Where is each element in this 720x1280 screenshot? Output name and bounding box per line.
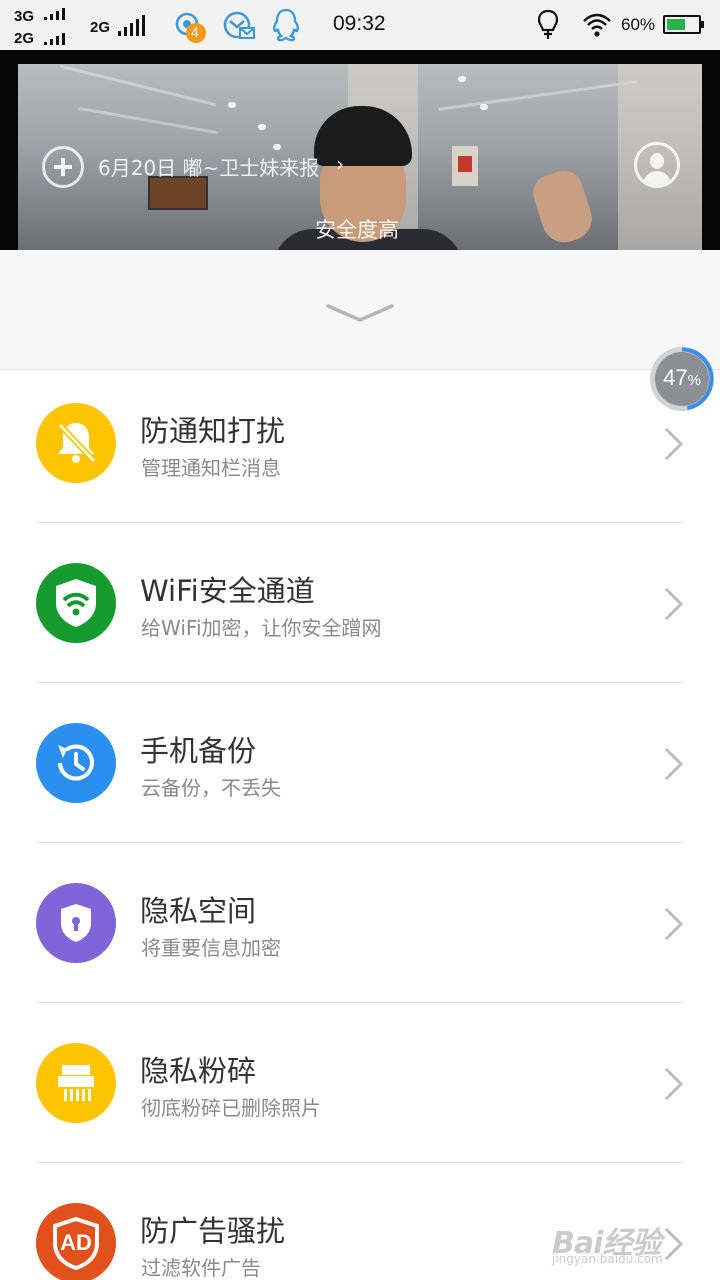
chevron-right-icon xyxy=(664,427,684,461)
item-title: 防通知打扰 xyxy=(140,414,286,448)
item-subtitle: 云备份，不丢失 xyxy=(141,776,281,800)
item-title: 隐私空间 xyxy=(140,894,257,928)
chevron-right-icon xyxy=(664,747,684,781)
progress-value: 47 xyxy=(663,365,688,390)
bell-off-icon xyxy=(36,403,116,483)
battery-percentage: 60% xyxy=(621,15,656,34)
chevron-down-icon[interactable] xyxy=(326,302,394,324)
chevron-right-icon xyxy=(664,907,684,941)
notification-badge: 4 xyxy=(191,24,199,40)
header-photo: 6月20日 嘟~卫士妹来报 › 安全度高 xyxy=(18,64,702,250)
memory-progress-button[interactable]: 47% xyxy=(648,345,716,413)
list-item-wifi-secure-channel[interactable]: WiFi安全通道 给WiFi加密，让你安全蹭网 xyxy=(0,530,720,690)
ad-shield-icon: AD xyxy=(36,1203,116,1280)
item-subtitle: 将重要信息加密 xyxy=(141,936,281,960)
feature-list: 防通知打扰 管理通知栏消息 WiFi安全通道 给WiFi加密，让你安全蹭网 手机… xyxy=(0,370,720,1280)
list-item-privacy-shredder[interactable]: 隐私粉碎 彻底粉碎已删除照片 xyxy=(0,1010,720,1170)
mail-icon xyxy=(222,10,256,46)
qq-icon xyxy=(270,7,302,47)
baidu-watermark: Bai经验 jingyan.baidu.com xyxy=(552,1198,712,1268)
divider xyxy=(36,682,684,683)
divider xyxy=(36,522,684,523)
clock: 09:32 xyxy=(333,12,386,35)
item-title: 隐私粉碎 xyxy=(140,1054,257,1088)
item-title: 防广告骚扰 xyxy=(140,1214,286,1248)
item-subtitle: 给WiFi加密，让你安全蹭网 xyxy=(141,616,382,640)
sim2-signal-icon-left xyxy=(44,33,65,45)
ad-label: AD xyxy=(60,1230,92,1255)
profile-avatar-button[interactable] xyxy=(634,142,680,188)
lock-shield-icon xyxy=(36,883,116,963)
divider xyxy=(36,842,684,843)
security-status-label: 安全度高 xyxy=(315,218,399,242)
sim1-signal-icon xyxy=(44,8,65,20)
sim2-network-label-left: 2G xyxy=(14,30,35,47)
list-item-notification-block[interactable]: 防通知打扰 管理通知栏消息 xyxy=(0,370,720,530)
collapse-panel[interactable] xyxy=(0,250,720,370)
watermark-url: jingyan.baidu.com xyxy=(552,1252,663,1266)
item-subtitle: 彻底粉碎已删除照片 xyxy=(141,1096,321,1120)
sim2-signal-icon xyxy=(118,15,145,36)
lightbulb-icon xyxy=(536,9,560,45)
sim1-network-label: 3G xyxy=(14,8,35,25)
news-report-link[interactable]: 6月20日 嘟~卫士妹来报 xyxy=(98,152,319,181)
item-title: WiFi安全通道 xyxy=(140,574,315,608)
item-subtitle: 管理通知栏消息 xyxy=(141,456,281,480)
wifi-icon xyxy=(582,12,612,42)
battery-icon xyxy=(663,15,704,34)
progress-text: 47% xyxy=(648,365,716,391)
list-item-private-space[interactable]: 隐私空间 将重要信息加密 xyxy=(0,850,720,1010)
weather-badge-icon: 4 xyxy=(174,10,208,44)
chevron-right-icon xyxy=(664,587,684,621)
divider xyxy=(36,1002,684,1003)
wifi-shield-icon xyxy=(36,563,116,643)
news-chevron-icon: › xyxy=(336,152,344,176)
list-item-phone-backup[interactable]: 手机备份 云备份，不丢失 xyxy=(0,690,720,850)
history-icon xyxy=(36,723,116,803)
item-subtitle: 过滤软件广告 xyxy=(141,1256,261,1280)
shredder-icon xyxy=(36,1043,116,1123)
item-title: 手机备份 xyxy=(140,734,257,768)
status-bar: 3G 2G 2G 4 09:32 60% xyxy=(0,0,720,50)
chevron-right-icon xyxy=(664,1067,684,1101)
divider xyxy=(36,1162,684,1163)
sim2-network-label: 2G xyxy=(90,19,111,36)
progress-unit: % xyxy=(687,372,701,389)
add-button[interactable] xyxy=(42,146,84,188)
